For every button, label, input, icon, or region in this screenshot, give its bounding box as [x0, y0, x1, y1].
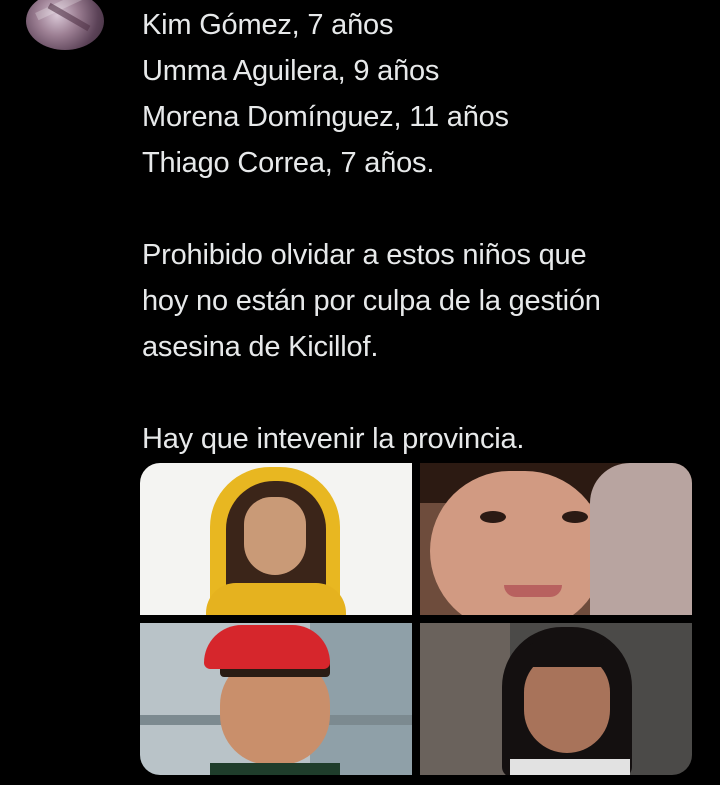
photo-detail — [504, 585, 562, 597]
photo-detail — [510, 759, 630, 775]
tweet-line: Thiago Correa, 7 años. — [142, 147, 435, 179]
tweet-line: Umma Aguilera, 9 años — [142, 55, 440, 87]
photo-boy-red-cap[interactable] — [140, 623, 412, 775]
tweet-line: asesina de Kicillof. — [142, 331, 379, 363]
photo-detail — [244, 497, 306, 575]
tweet-line: hoy no están por culpa de la gestión — [142, 285, 601, 317]
user-avatar[interactable] — [26, 0, 104, 50]
tweet-text: Kim Gómez, 7 años Umma Aguilera, 9 años … — [142, 2, 702, 462]
photo-detail — [520, 641, 614, 667]
photo-detail — [210, 763, 340, 775]
tweet-line: Morena Domínguez, 11 años — [142, 101, 509, 133]
photo-detail — [480, 511, 506, 523]
photo-detail — [524, 653, 610, 753]
photo-girl-closeup[interactable] — [420, 463, 692, 615]
tweet-line: Kim Gómez, 7 años — [142, 9, 394, 41]
photo-detail — [562, 511, 588, 523]
tweet-line: Prohibido olvidar a estos niños que — [142, 239, 587, 271]
photo-girl-yellow-hoodie[interactable] — [140, 463, 412, 615]
photo-detail — [206, 583, 346, 615]
photo-girl-bangs[interactable] — [420, 623, 692, 775]
photo-detail — [204, 625, 330, 669]
photo-detail — [420, 623, 510, 775]
photo-detail — [590, 463, 692, 615]
tweet-line: Hay que intevenir la provincia. — [142, 423, 525, 455]
media-grid — [140, 463, 692, 775]
